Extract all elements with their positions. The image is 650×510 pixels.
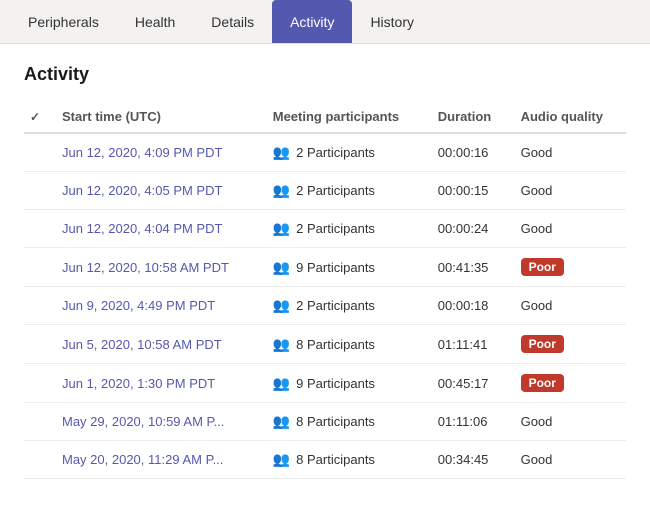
start-time-link[interactable]: Jun 12, 2020, 10:58 AM PDT [62,260,229,275]
row-start-time[interactable]: Jun 12, 2020, 10:58 AM PDT [52,248,263,287]
row-start-time[interactable]: May 20, 2020, 11:29 AM P... [52,441,263,479]
row-participants: 👥 9 Participants [263,248,428,287]
start-time-link[interactable]: Jun 12, 2020, 4:04 PM PDT [62,221,222,236]
row-check [24,403,52,441]
participants-icon: 👥 [273,182,290,199]
participants-icon: 👥 [273,259,290,276]
row-participants: 👥 2 Participants [263,287,428,325]
row-audio-quality: Good [511,172,626,210]
row-participants: 👥 2 Participants [263,172,428,210]
start-time-link[interactable]: Jun 9, 2020, 4:49 PM PDT [62,298,215,313]
row-audio-quality: Poor [511,248,626,287]
row-duration: 00:34:45 [428,441,511,479]
participants-icon: 👥 [273,336,290,353]
row-participants: 👥 2 Participants [263,210,428,248]
table-row: Jun 12, 2020, 4:05 PM PDT 👥 2 Participants… [24,172,626,210]
table-row: Jun 1, 2020, 1:30 PM PDT 👥 9 Participants 0… [24,364,626,403]
row-duration: 00:00:18 [428,287,511,325]
row-start-time[interactable]: Jun 5, 2020, 10:58 AM PDT [52,325,263,364]
participants-icon: 👥 [273,220,290,237]
table-row: Jun 12, 2020, 4:09 PM PDT 👥 2 Participants… [24,133,626,172]
participants-count: 8 Participants [296,414,375,429]
row-audio-quality: Good [511,133,626,172]
col-audio-quality: Audio quality [511,101,626,133]
table-row: Jun 12, 2020, 4:04 PM PDT 👥 2 Participants… [24,210,626,248]
start-time-link[interactable]: Jun 12, 2020, 4:09 PM PDT [62,145,222,160]
row-start-time[interactable]: Jun 1, 2020, 1:30 PM PDT [52,364,263,403]
row-audio-quality: Good [511,441,626,479]
participants-icon: 👥 [273,297,290,314]
row-duration: 01:11:06 [428,403,511,441]
row-check [24,133,52,172]
col-check: ✓ [24,101,52,133]
row-check [24,248,52,287]
col-duration: Duration [428,101,511,133]
table-row: May 29, 2020, 10:59 AM P... 👥 8 Participan… [24,403,626,441]
row-start-time[interactable]: May 29, 2020, 10:59 AM P... [52,403,263,441]
row-check [24,210,52,248]
row-duration: 00:00:24 [428,210,511,248]
row-start-time[interactable]: Jun 12, 2020, 4:09 PM PDT [52,133,263,172]
poor-badge: Poor [521,374,564,392]
participants-icon: 👥 [273,375,290,392]
participants-count: 9 Participants [296,260,375,275]
row-check [24,364,52,403]
row-duration: 00:45:17 [428,364,511,403]
tab-history[interactable]: History [352,0,432,43]
tab-health[interactable]: Health [117,0,193,43]
table-row: Jun 12, 2020, 10:58 AM PDT 👥 9 Participant… [24,248,626,287]
participants-count: 2 Participants [296,145,375,160]
participants-count: 2 Participants [296,183,375,198]
start-time-link[interactable]: Jun 12, 2020, 4:05 PM PDT [62,183,222,198]
activity-table: ✓ Start time (UTC) Meeting participants … [24,101,626,479]
poor-badge: Poor [521,258,564,276]
start-time-link[interactable]: May 29, 2020, 10:59 AM P... [62,414,224,429]
participants-icon: 👥 [273,413,290,430]
participants-icon: 👥 [273,451,290,468]
start-time-link[interactable]: Jun 1, 2020, 1:30 PM PDT [62,376,215,391]
row-duration: 01:11:41 [428,325,511,364]
row-participants: 👥 2 Participants [263,133,428,172]
tab-peripherals[interactable]: Peripherals [10,0,117,43]
start-time-link[interactable]: May 20, 2020, 11:29 AM P... [62,452,223,467]
row-start-time[interactable]: Jun 9, 2020, 4:49 PM PDT [52,287,263,325]
row-audio-quality: Poor [511,364,626,403]
table-row: May 20, 2020, 11:29 AM P... 👥 8 Participan… [24,441,626,479]
col-participants: Meeting participants [263,101,428,133]
row-duration: 00:00:15 [428,172,511,210]
participants-count: 2 Participants [296,298,375,313]
main-content: Activity ✓ Start time (UTC) Meeting part… [0,44,650,510]
participants-icon: 👥 [273,144,290,161]
page-title: Activity [24,64,626,85]
tab-bar: PeripheralsHealthDetailsActivityHistory [0,0,650,44]
row-participants: 👥 8 Participants [263,325,428,364]
tab-details[interactable]: Details [193,0,272,43]
start-time-link[interactable]: Jun 5, 2020, 10:58 AM PDT [62,337,222,352]
row-check [24,287,52,325]
row-participants: 👥 8 Participants [263,403,428,441]
table-row: Jun 5, 2020, 10:58 AM PDT 👥 8 Participants… [24,325,626,364]
row-participants: 👥 9 Participants [263,364,428,403]
col-start-time: Start time (UTC) [52,101,263,133]
table-row: Jun 9, 2020, 4:49 PM PDT 👥 2 Participants 0… [24,287,626,325]
tab-activity[interactable]: Activity [272,0,352,43]
participants-count: 9 Participants [296,376,375,391]
row-check [24,441,52,479]
row-check [24,172,52,210]
row-audio-quality: Good [511,287,626,325]
row-audio-quality: Poor [511,325,626,364]
participants-count: 8 Participants [296,452,375,467]
poor-badge: Poor [521,335,564,353]
row-participants: 👥 8 Participants [263,441,428,479]
participants-count: 2 Participants [296,221,375,236]
row-audio-quality: Good [511,210,626,248]
row-audio-quality: Good [511,403,626,441]
participants-count: 8 Participants [296,337,375,352]
row-duration: 00:41:35 [428,248,511,287]
row-duration: 00:00:16 [428,133,511,172]
row-start-time[interactable]: Jun 12, 2020, 4:05 PM PDT [52,172,263,210]
row-start-time[interactable]: Jun 12, 2020, 4:04 PM PDT [52,210,263,248]
row-check [24,325,52,364]
